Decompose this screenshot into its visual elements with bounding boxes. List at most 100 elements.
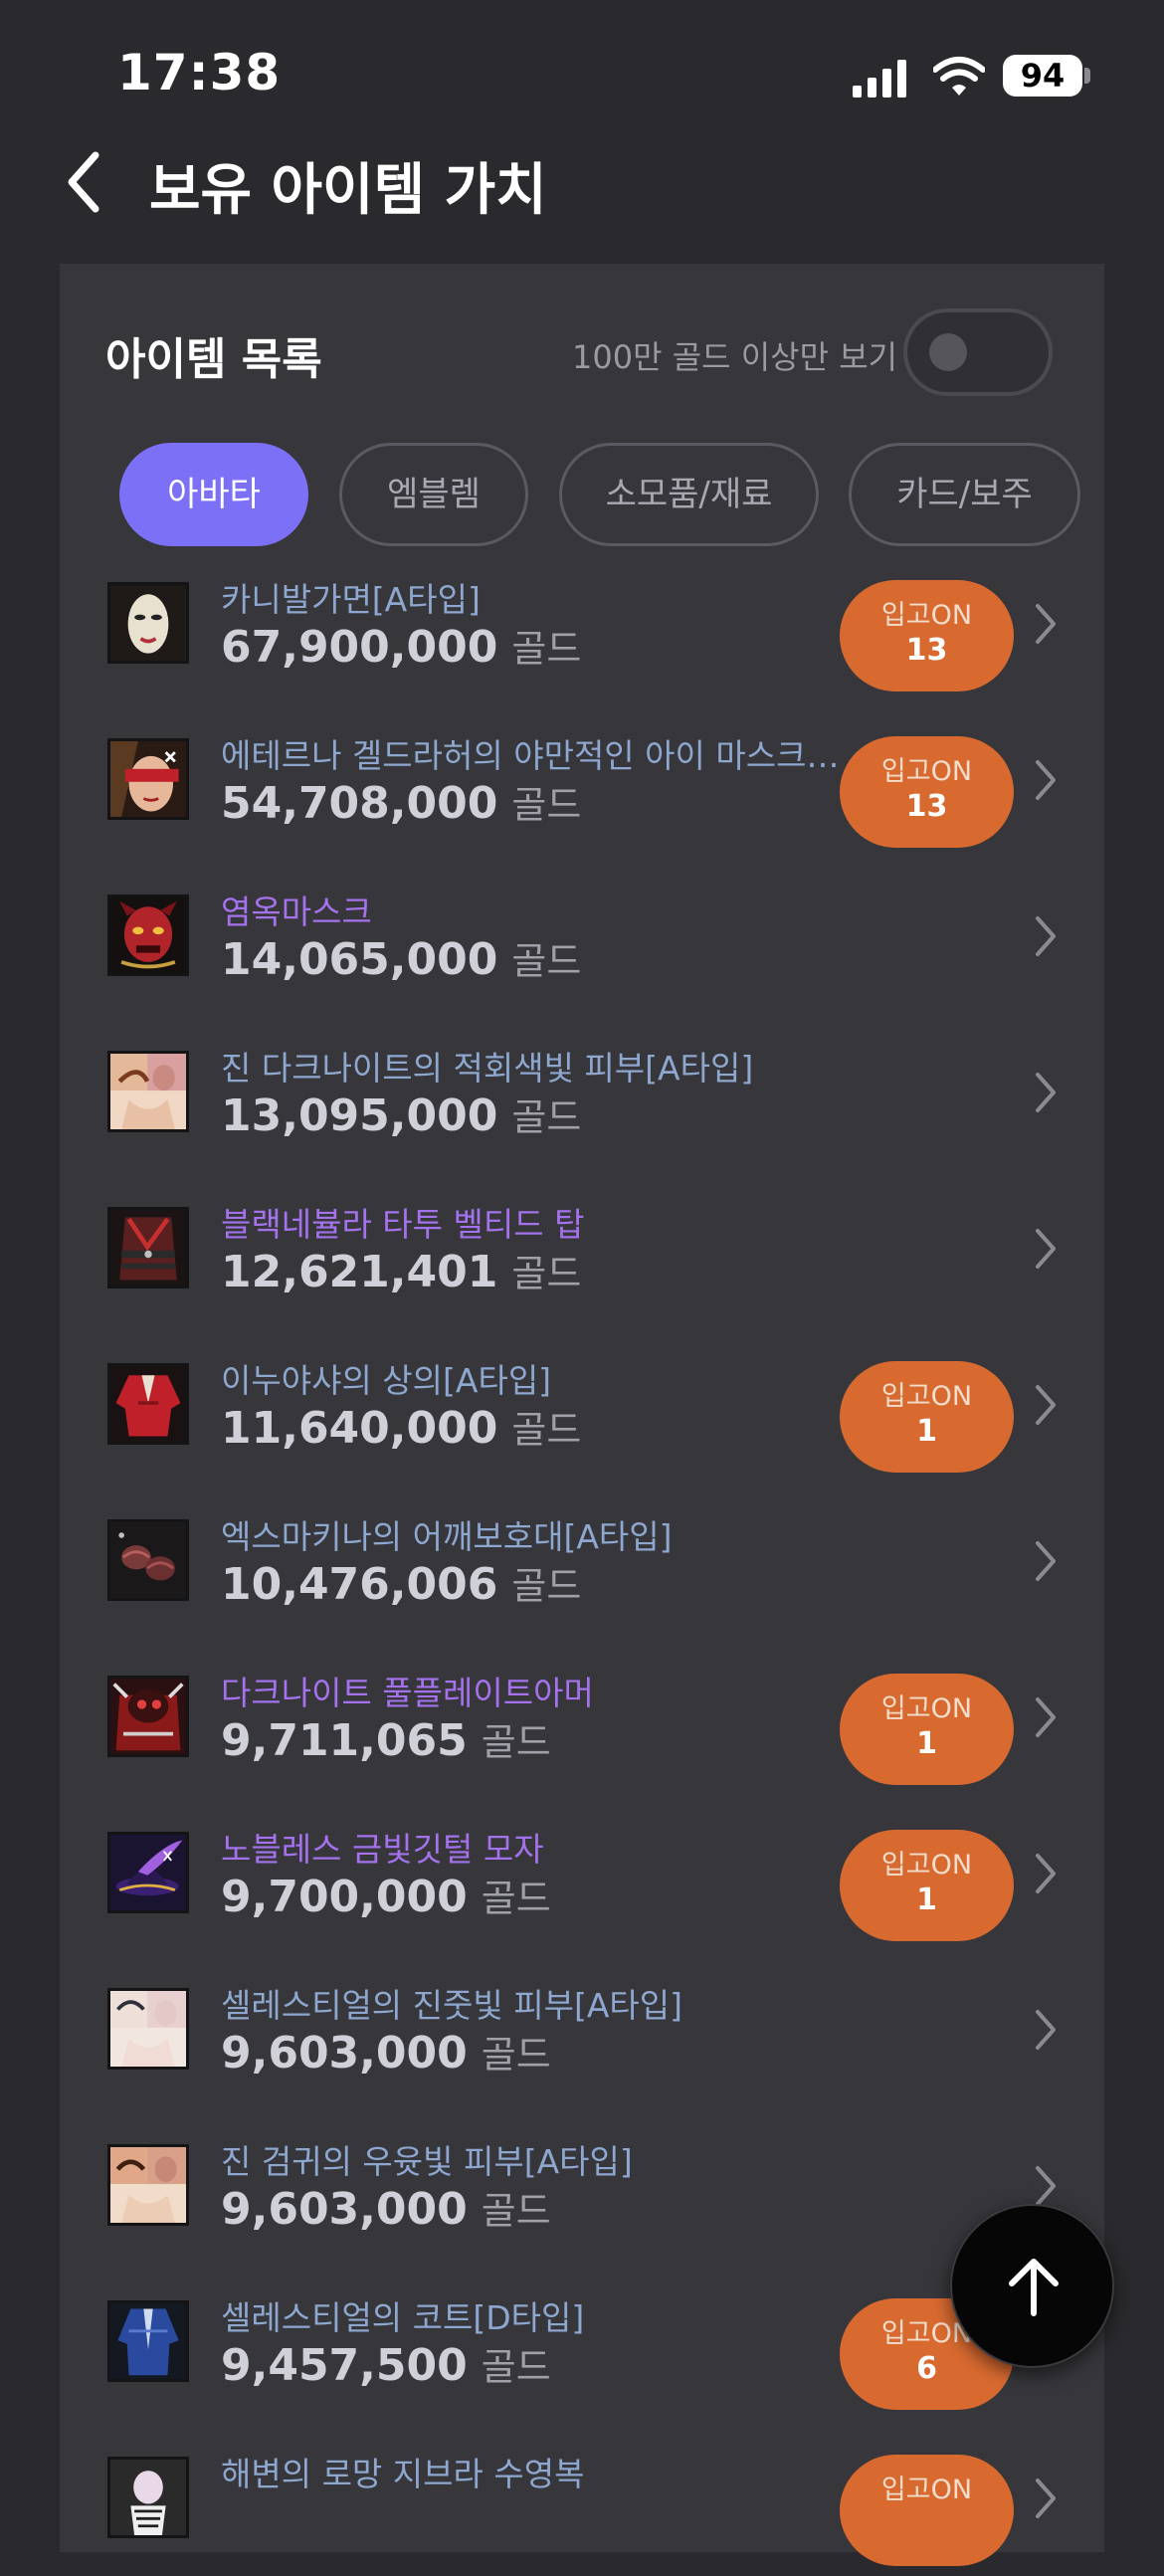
- item-thumbnail: [107, 738, 189, 820]
- item-price: 10,476,006 골드: [221, 1555, 581, 1610]
- blindfold-face-icon: [110, 741, 186, 817]
- item-name: 블랙네뷸라 타투 벨티드 탑: [221, 1205, 585, 1244]
- restock-badge[interactable]: 입고ON 1: [840, 1361, 1014, 1473]
- chevron-right-icon: [1036, 2478, 1056, 2518]
- wifi-icon: [933, 57, 985, 96]
- chevron-right-icon: [1036, 1541, 1056, 1581]
- chevron-right-icon: [1036, 1385, 1056, 1425]
- restock-badge-count: 6: [916, 2351, 937, 2386]
- restock-badge-label: 입고ON: [880, 2475, 973, 2505]
- item-thumbnail: [107, 894, 189, 976]
- item-price-value: 67,900,000: [221, 622, 498, 673]
- item-row[interactable]: 엑스마키나의 어깨보호대[A타입] 10,476,006 골드: [60, 1483, 1104, 1639]
- item-price: 54,708,000 골드: [221, 774, 581, 829]
- item-price-value: 14,065,000: [221, 934, 498, 985]
- item-price: 14,065,000 골드: [221, 930, 581, 985]
- item-price: 9,711,065 골드: [221, 1711, 551, 1766]
- item-price-unit: 골드: [511, 1564, 582, 1608]
- item-row[interactable]: 블랙네뷸라 타투 벨티드 탑 12,621,401 골드: [60, 1170, 1104, 1326]
- item-row[interactable]: 진 다크나이트의 적회색빛 피부[A타입] 13,095,000 골드: [60, 1014, 1104, 1170]
- item-row[interactable]: 셀레스티얼의 코트[D타입] 9,457,500 골드 입고ON 6: [60, 2264, 1104, 2420]
- restock-badge[interactable]: 입고ON: [840, 2455, 1014, 2566]
- item-price-value: 9,711,065: [221, 1715, 468, 1766]
- item-name: 노블레스 금빛깃털 모자: [221, 1830, 544, 1869]
- item-price-unit: 골드: [481, 2189, 551, 2233]
- page-title: 보유 아이템 가치: [149, 158, 547, 223]
- restock-badge[interactable]: 입고ON 1: [840, 1674, 1014, 1785]
- scroll-to-top-button[interactable]: [950, 2204, 1114, 2368]
- item-thumbnail: [107, 2144, 189, 2226]
- item-name: 셀레스티얼의 진줏빛 피부[A타입]: [221, 1986, 682, 2025]
- battery-nub: [1084, 68, 1090, 84]
- item-price: 12,621,401 골드: [221, 1243, 581, 1297]
- restock-badge[interactable]: 입고ON 13: [840, 580, 1014, 692]
- item-price-value: 12,621,401: [221, 1247, 498, 1297]
- item-name: 진 검귀의 우윳빛 피부[A타입]: [221, 2142, 633, 2181]
- item-price: 9,700,000 골드: [221, 1868, 551, 1922]
- toggle-knob: [929, 333, 967, 371]
- item-price-unit: 골드: [511, 783, 582, 827]
- item-name: 다크나이트 풀플레이트아머: [221, 1674, 594, 1712]
- item-row[interactable]: 이누야샤의 상의[A타입] 11,640,000 골드 입고ON 1: [60, 1326, 1104, 1483]
- item-name: 염옥마스크: [221, 892, 372, 931]
- skin-portrait-icon: [110, 1054, 186, 1129]
- item-row[interactable]: 카니발가면[A타입] 67,900,000 골드 입고ON 13: [60, 545, 1104, 701]
- item-name: 엑스마키나의 어깨보호대[A타입]: [221, 1517, 673, 1556]
- item-price: 9,457,500 골드: [221, 2336, 551, 2391]
- restock-badge-label: 입고ON: [880, 1850, 973, 1881]
- pearl-skin-icon: [110, 1991, 186, 2067]
- item-thumbnail: [107, 582, 189, 664]
- item-name: 에테르나 겔드라허의 야만적인 아이 마스크…: [221, 736, 840, 775]
- tab-consumables[interactable]: 소모품/재료: [559, 443, 819, 546]
- item-row[interactable]: 염옥마스크 14,065,000 골드: [60, 858, 1104, 1014]
- item-row[interactable]: 노블레스 금빛깃털 모자 9,700,000 골드 입고ON 1: [60, 1795, 1104, 1951]
- item-price-value: 9,700,000: [221, 1872, 468, 1922]
- restock-badge-count: 1: [916, 1882, 937, 1917]
- item-price: 13,095,000 골드: [221, 1087, 581, 1141]
- item-row[interactable]: 에테르나 겔드라허의 야만적인 아이 마스크… 54,708,000 골드 입고ON 1…: [60, 701, 1104, 858]
- item-thumbnail: [107, 1676, 189, 1757]
- item-price: 9,603,000 골드: [221, 2024, 551, 2079]
- back-icon[interactable]: [60, 147, 109, 217]
- item-row[interactable]: 셀레스티얼의 진줏빛 피부[A타입] 9,603,000 골드: [60, 1951, 1104, 2107]
- chevron-right-icon: [1036, 1229, 1056, 1269]
- shoulder-guard-icon: [110, 1522, 186, 1598]
- item-price-unit: 골드: [511, 1252, 582, 1295]
- item-list-title: 아이템 목록: [105, 334, 322, 385]
- item-price-value: 9,603,000: [221, 2028, 468, 2079]
- tab-emblem[interactable]: 엠블렘: [339, 443, 528, 546]
- chevron-right-icon: [1036, 1073, 1056, 1112]
- restock-badge-label: 입고ON: [880, 1693, 973, 1724]
- item-price-unit: 골드: [511, 1095, 582, 1139]
- belted-top-icon: [110, 1210, 186, 1286]
- restock-badge-count: 1: [916, 1414, 937, 1449]
- item-price-unit: 골드: [511, 627, 582, 671]
- tab-avatar[interactable]: 아바타: [119, 443, 308, 546]
- filter-toggle[interactable]: [903, 308, 1053, 396]
- item-price: 9,603,000 골드: [221, 2180, 551, 2235]
- item-name: 이누야샤의 상의[A타입]: [221, 1361, 552, 1400]
- item-row[interactable]: 다크나이트 풀플레이트아머 9,711,065 골드 입고ON 1: [60, 1639, 1104, 1795]
- plate-armor-icon: [110, 1679, 186, 1754]
- item-price-value: 10,476,006: [221, 1559, 498, 1610]
- item-name: 해변의 로망 지브라 수영복: [221, 2455, 585, 2493]
- battery-icon: 94: [1003, 55, 1082, 97]
- item-thumbnail: [107, 1207, 189, 1288]
- item-price-value: 13,095,000: [221, 1090, 498, 1141]
- chevron-right-icon: [1036, 1854, 1056, 1893]
- restock-badge-count: 13: [905, 633, 948, 668]
- item-row[interactable]: 해변의 로망 지브라 수영복입고ON: [60, 2420, 1104, 2576]
- restock-badge-count: 13: [905, 789, 948, 824]
- item-price-unit: 골드: [481, 1877, 551, 1920]
- restock-badge-label: 입고ON: [880, 1381, 973, 1412]
- item-price-value: 9,457,500: [221, 2340, 468, 2391]
- item-name: 진 다크나이트의 적회색빛 피부[A타입]: [221, 1049, 754, 1088]
- item-price-unit: 골드: [481, 2345, 551, 2389]
- restock-badge[interactable]: 입고ON 1: [840, 1830, 1014, 1941]
- item-row[interactable]: 진 검귀의 우윳빛 피부[A타입] 9,603,000 골드: [60, 2107, 1104, 2264]
- restock-badge[interactable]: 입고ON 13: [840, 736, 1014, 848]
- chevron-right-icon: [1036, 760, 1056, 800]
- chevron-right-icon: [1036, 2010, 1056, 2050]
- item-name: 셀레스티얼의 코트[D타입]: [221, 2298, 585, 2337]
- tab-cards[interactable]: 카드/보주: [849, 443, 1080, 546]
